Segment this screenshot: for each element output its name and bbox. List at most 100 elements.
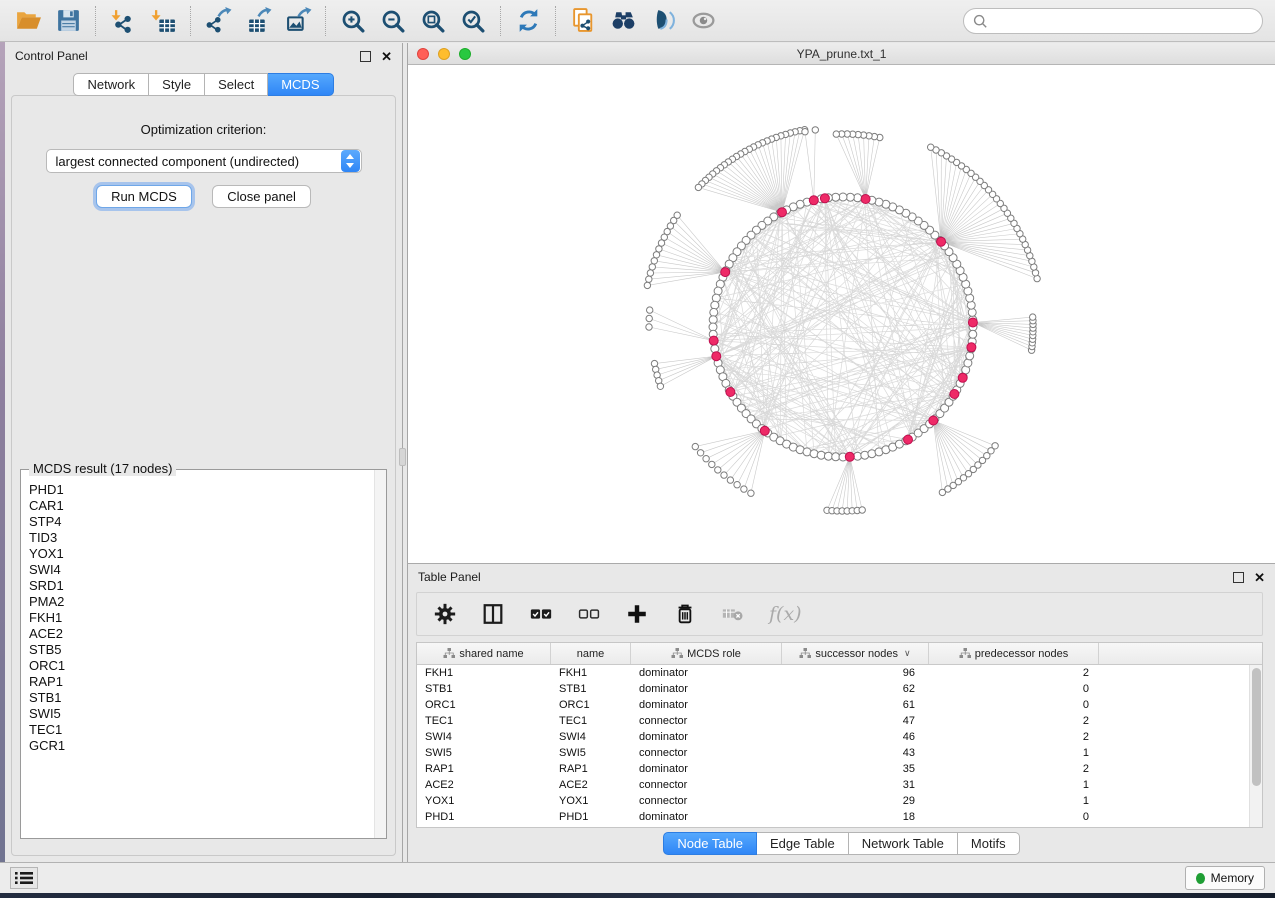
- table-cell[interactable]: STB1: [551, 681, 631, 697]
- export-network-button[interactable]: [198, 3, 238, 39]
- mcds-result-item[interactable]: SWI4: [29, 562, 374, 578]
- table-cell[interactable]: YOX1: [551, 793, 631, 809]
- save-session-icon[interactable]: [55, 7, 82, 34]
- delete-button[interactable]: [673, 602, 697, 626]
- export-image-icon[interactable]: [285, 7, 312, 34]
- table-cell[interactable]: SWI5: [417, 745, 551, 761]
- table-cell[interactable]: dominator: [631, 729, 782, 745]
- add-icon[interactable]: [625, 602, 649, 626]
- table-cell[interactable]: YOX1: [417, 793, 551, 809]
- table-cell[interactable]: 1: [929, 793, 1099, 809]
- table-cell[interactable]: ORC1: [551, 697, 631, 713]
- table-cell[interactable]: 0: [929, 697, 1099, 713]
- table-cell[interactable]: RAP1: [551, 761, 631, 777]
- mcds-result-item[interactable]: SRD1: [29, 578, 374, 594]
- import-network-button[interactable]: [103, 3, 143, 39]
- table-row[interactable]: PHD1PHD1dominator180: [417, 809, 1262, 825]
- zoom-selected-icon[interactable]: [460, 7, 487, 34]
- deselect-all-icon[interactable]: [577, 602, 601, 626]
- column-header-name[interactable]: name: [551, 643, 631, 664]
- mcds-result-item[interactable]: STP4: [29, 514, 374, 530]
- zoom-selected-button[interactable]: [453, 3, 493, 39]
- table-cell[interactable]: 61: [782, 697, 929, 713]
- criterion-dropdown[interactable]: largest connected component (undirected): [46, 149, 362, 173]
- table-cell[interactable]: 62: [782, 681, 929, 697]
- binoculars-icon[interactable]: [610, 7, 637, 34]
- table-cell[interactable]: connector: [631, 793, 782, 809]
- tab-style[interactable]: Style: [149, 73, 205, 96]
- zoom-in-icon[interactable]: [340, 7, 367, 34]
- export-network-icon[interactable]: [205, 7, 232, 34]
- network-window-titlebar[interactable]: YPA_prune.txt_1: [408, 43, 1275, 65]
- tab-node-table[interactable]: Node Table: [663, 832, 757, 855]
- refresh-icon[interactable]: [515, 7, 542, 34]
- mcds-result-list[interactable]: PHD1CAR1STP4TID3YOX1SWI4SRD1PMA2FKH1ACE2…: [21, 474, 374, 838]
- table-row[interactable]: FKH1FKH1dominator962: [417, 665, 1262, 681]
- table-cell[interactable]: ORC1: [417, 697, 551, 713]
- mcds-result-item[interactable]: TID3: [29, 530, 374, 546]
- mcds-result-item[interactable]: GCR1: [29, 738, 374, 754]
- mcds-result-item[interactable]: STB5: [29, 642, 374, 658]
- mcds-result-item[interactable]: ACE2: [29, 626, 374, 642]
- tab-motifs[interactable]: Motifs: [958, 832, 1020, 855]
- table-row[interactable]: YOX1YOX1connector291: [417, 793, 1262, 809]
- close-window-icon[interactable]: [417, 48, 429, 60]
- mcds-result-item[interactable]: FKH1: [29, 610, 374, 626]
- export-table-icon[interactable]: [245, 7, 272, 34]
- zoom-fit-icon[interactable]: [420, 7, 447, 34]
- select-all-icon[interactable]: [529, 602, 553, 626]
- table-cell[interactable]: SWI4: [551, 729, 631, 745]
- table-row[interactable]: SWI5SWI5connector431: [417, 745, 1262, 761]
- table-cell[interactable]: 18: [782, 809, 929, 825]
- zoom-in-button[interactable]: [333, 3, 373, 39]
- table-cell[interactable]: SWI4: [417, 729, 551, 745]
- mcds-result-item[interactable]: PHD1: [29, 482, 374, 498]
- save-session-button[interactable]: [48, 3, 88, 39]
- column-header-predecessor-nodes[interactable]: predecessor nodes: [929, 643, 1099, 664]
- zoom-out-icon[interactable]: [380, 7, 407, 34]
- table-cell[interactable]: 0: [929, 681, 1099, 697]
- add-button[interactable]: [625, 602, 649, 626]
- tab-network[interactable]: Network: [73, 73, 149, 96]
- network-canvas[interactable]: [408, 65, 1275, 563]
- mcds-result-item[interactable]: TEC1: [29, 722, 374, 738]
- table-cell[interactable]: ACE2: [551, 777, 631, 793]
- close-panel-icon[interactable]: ✕: [381, 50, 392, 63]
- import-table-button[interactable]: [143, 3, 183, 39]
- table-cell[interactable]: dominator: [631, 665, 782, 681]
- close-panel-button[interactable]: Close panel: [212, 185, 311, 208]
- memory-button[interactable]: Memory: [1185, 866, 1265, 890]
- show-columns-icon[interactable]: [481, 602, 505, 626]
- table-cell[interactable]: dominator: [631, 761, 782, 777]
- table-row[interactable]: STB1STB1dominator620: [417, 681, 1262, 697]
- network-graph[interactable]: [408, 65, 1275, 563]
- table-cell[interactable]: 0: [929, 809, 1099, 825]
- import-table-icon[interactable]: [150, 7, 177, 34]
- function-builder-button[interactable]: f(x): [769, 603, 802, 625]
- table-cell[interactable]: 47: [782, 713, 929, 729]
- table-row[interactable]: RAP1RAP1dominator352: [417, 761, 1262, 777]
- tab-select[interactable]: Select: [205, 73, 268, 96]
- float-table-panel-icon[interactable]: [1233, 572, 1244, 583]
- table-row[interactable]: ACE2ACE2connector311: [417, 777, 1262, 793]
- mcds-result-item[interactable]: PMA2: [29, 594, 374, 610]
- mcds-result-item[interactable]: CAR1: [29, 498, 374, 514]
- table-cell[interactable]: RAP1: [417, 761, 551, 777]
- zoom-out-button[interactable]: [373, 3, 413, 39]
- mcds-result-item[interactable]: ORC1: [29, 658, 374, 674]
- table-cell[interactable]: 1: [929, 777, 1099, 793]
- eye-icon[interactable]: [690, 7, 717, 34]
- search-box[interactable]: [963, 8, 1263, 34]
- table-row[interactable]: TEC1TEC1connector472: [417, 713, 1262, 729]
- refresh-button[interactable]: [508, 3, 548, 39]
- mcds-result-item[interactable]: RAP1: [29, 674, 374, 690]
- column-header-successor-nodes[interactable]: successor nodes∨: [782, 643, 929, 664]
- table-cell[interactable]: connector: [631, 745, 782, 761]
- table-cell[interactable]: 2: [929, 665, 1099, 681]
- network-from-selection-icon[interactable]: [570, 7, 597, 34]
- table-row[interactable]: ORC1ORC1dominator610: [417, 697, 1262, 713]
- binoculars-button[interactable]: [603, 3, 643, 39]
- table-cell[interactable]: PHD1: [417, 809, 551, 825]
- minimize-window-icon[interactable]: [438, 48, 450, 60]
- tab-network-table[interactable]: Network Table: [849, 832, 958, 855]
